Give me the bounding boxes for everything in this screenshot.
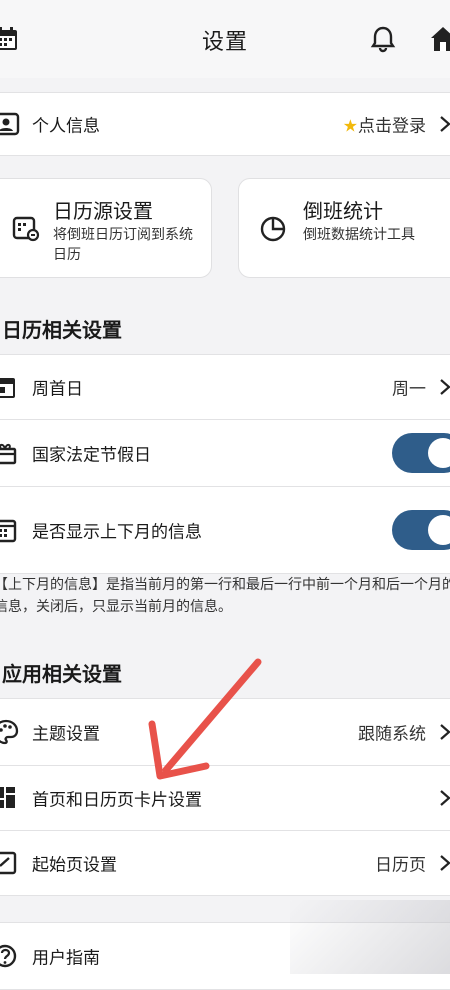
calendar-week-icon — [0, 373, 20, 401]
start-page-icon — [0, 849, 20, 877]
user-guide-label: 用户指南 — [32, 948, 100, 969]
chevron-right-icon — [438, 723, 450, 741]
adjacent-month-toggle[interactable] — [392, 510, 450, 550]
week-start-row[interactable]: 周首日 周一 — [0, 354, 450, 420]
section-title-app: 应用相关设置 — [2, 662, 122, 686]
card-settings-row[interactable]: 首页和日历页卡片设置 — [0, 765, 450, 831]
card-description: 将倒班日历订阅到系统日历 — [53, 227, 193, 263]
card-description: 倒班数据统计工具 — [303, 227, 415, 243]
theme-label: 主题设置 — [32, 724, 100, 745]
chevron-right-icon — [438, 854, 450, 872]
toggle-knob — [428, 515, 450, 545]
chevron-right-icon — [438, 789, 450, 807]
profile-label: 个人信息 — [32, 116, 100, 137]
toggle-knob — [428, 438, 450, 468]
start-page-label: 起始页设置 — [32, 855, 117, 876]
card-title: 倒班统计 — [303, 199, 383, 223]
chevron-right-icon — [438, 115, 450, 133]
card-title: 日历源设置 — [53, 199, 153, 223]
adjacent-month-row: 是否显示上下月的信息 — [0, 486, 450, 574]
theme-value: 跟随系统 — [358, 724, 426, 745]
calendar-source-card[interactable]: 日历源设置 将倒班日历订阅到系统日历 — [0, 178, 212, 278]
help-icon — [0, 942, 20, 970]
section-title-calendar: 日历相关设置 — [2, 318, 122, 342]
adjacent-month-label: 是否显示上下月的信息 — [32, 522, 202, 543]
watermark-blur — [290, 900, 450, 974]
week-start-value: 周一 — [392, 379, 426, 400]
palette-icon — [0, 718, 20, 746]
holiday-toggle[interactable] — [392, 433, 450, 473]
holiday-label: 国家法定节假日 — [32, 445, 151, 466]
star-icon: ★ — [342, 116, 358, 137]
theme-row[interactable]: 主题设置 跟随系统 — [0, 698, 450, 766]
login-link[interactable]: ★点击登录 — [343, 112, 426, 137]
id-card-icon — [0, 110, 20, 138]
profile-row[interactable]: 个人信息 ★点击登录 — [0, 92, 450, 156]
start-page-row[interactable]: 起始页设置 日历页 — [0, 830, 450, 896]
start-page-value: 日历页 — [375, 855, 426, 876]
adjacent-month-note: 【上下月的信息】是指当前月的第一行和最后一行中前一个月和后一个月的信息，关闭后，… — [0, 577, 450, 615]
holiday-row: 国家法定节假日 — [0, 419, 450, 487]
home-icon[interactable] — [428, 24, 450, 54]
calendar-source-icon — [11, 213, 41, 243]
shift-stats-card[interactable]: 倒班统计 倒班数据统计工具 — [238, 178, 450, 278]
week-start-label: 周首日 — [32, 379, 83, 400]
bell-icon[interactable] — [368, 24, 398, 54]
card-settings-label: 首页和日历页卡片设置 — [32, 790, 202, 811]
top-bar: 设置 — [0, 0, 450, 78]
grid-icon — [0, 784, 20, 812]
calendar-grid-icon — [0, 516, 20, 544]
pie-chart-icon — [259, 215, 287, 243]
gift-icon — [0, 439, 20, 467]
chevron-right-icon — [438, 378, 450, 396]
